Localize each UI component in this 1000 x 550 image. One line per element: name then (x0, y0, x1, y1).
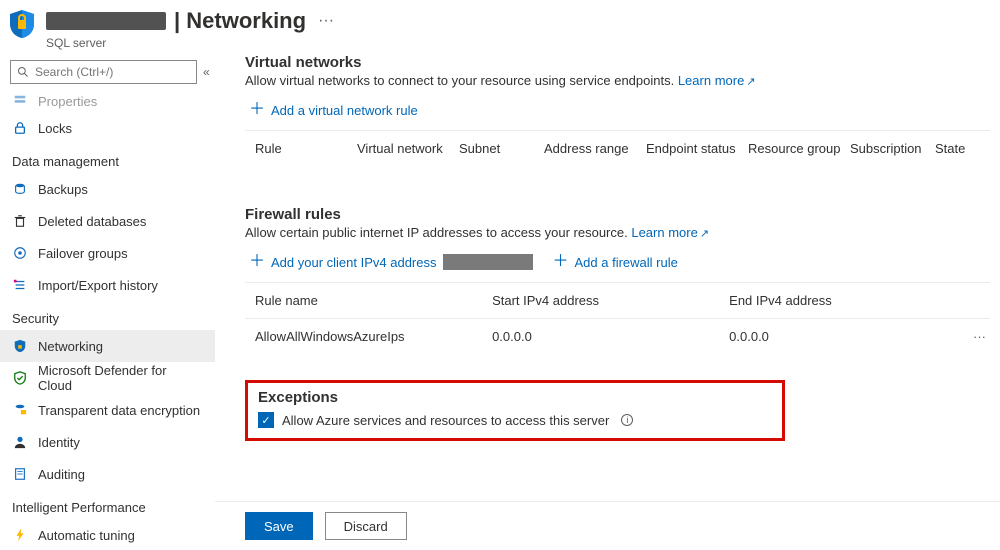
main-panel: Virtual networks Allow virtual networks … (215, 56, 1000, 550)
col-rule: Rule (255, 141, 357, 156)
nav-group-data-management: Data management (0, 144, 215, 173)
vnet-table-header: Rule Virtual network Subnet Address rang… (245, 131, 990, 166)
add-vnet-rule-button[interactable]: ＋Add a virtual network rule (245, 92, 418, 130)
sidebar-item-tde[interactable]: Transparent data encryption (0, 394, 215, 426)
col-sub: Subscription (850, 141, 935, 156)
sidebar-item-deleted-databases[interactable]: Deleted databases (0, 205, 215, 237)
plus-icon: ＋ (249, 254, 265, 270)
sidebar-item-locks[interactable]: Locks (0, 112, 215, 144)
col-end-ip: End IPv4 address (729, 293, 946, 308)
page-title: | Networking (174, 8, 306, 34)
end-ip-cell: 0.0.0.0 (729, 329, 946, 344)
discard-button[interactable]: Discard (325, 512, 407, 540)
save-button[interactable]: Save (245, 512, 313, 540)
footer-actions: Save Discard (215, 501, 1000, 550)
sidebar-item-networking[interactable]: Networking (0, 330, 215, 362)
sidebar-item-auditing[interactable]: Auditing (0, 458, 215, 490)
sidebar-item-identity[interactable]: Identity (0, 426, 215, 458)
vnet-rules-table: Rule Virtual network Subnet Address rang… (245, 130, 990, 166)
sidebar-item-import-export[interactable]: Import/Export history (0, 269, 215, 301)
sidebar-item-defender[interactable]: Microsoft Defender for Cloud (0, 362, 215, 394)
col-range: Address range (544, 141, 646, 156)
col-rg: Resource group (748, 141, 850, 156)
plus-icon: ＋ (553, 254, 569, 270)
col-start-ip: Start IPv4 address (492, 293, 729, 308)
server-name-redacted (46, 12, 166, 30)
plus-icon: ＋ (249, 102, 265, 118)
auditing-icon (12, 466, 28, 482)
allow-azure-services-checkbox[interactable]: ✓ (258, 412, 274, 428)
external-link-icon: ↗ (746, 76, 755, 88)
sidebar-item-failover-groups[interactable]: Failover groups (0, 237, 215, 269)
rule-name-cell: AllowAllWindowsAzureIps (255, 329, 492, 344)
vnet-learn-more-link[interactable]: Learn more↗ (678, 73, 756, 88)
col-subnet: Subnet (459, 141, 544, 156)
fw-learn-more-link[interactable]: Learn more↗ (631, 225, 709, 240)
allow-azure-services-label: Allow Azure services and resources to ac… (282, 413, 609, 428)
encryption-icon (12, 402, 28, 418)
add-firewall-rule-button[interactable]: ＋Add a firewall rule (553, 254, 678, 270)
sidebar-item-automatic-tuning[interactable]: Automatic tuning (0, 519, 215, 550)
sidebar-search[interactable] (10, 60, 197, 84)
exceptions-section-highlighted: Exceptions ✓ Allow Azure services and re… (245, 380, 785, 441)
virtual-networks-desc: Allow virtual networks to connect to you… (245, 73, 990, 88)
resource-type-label: SQL server (46, 36, 334, 50)
sql-server-shield-icon (6, 8, 38, 40)
info-icon[interactable]: i (621, 414, 633, 426)
exceptions-heading: Exceptions (258, 389, 770, 406)
virtual-networks-heading: Virtual networks (245, 56, 990, 71)
firewall-rules-table: Rule name Start IPv4 address End IPv4 ad… (245, 282, 990, 354)
lock-icon (12, 120, 28, 136)
networking-icon (12, 338, 28, 354)
nav-group-intelligent-performance: Intelligent Performance (0, 490, 215, 519)
properties-icon (12, 93, 28, 109)
import-export-icon (12, 277, 28, 293)
bolt-icon (12, 527, 28, 543)
collapse-sidebar-button[interactable]: « (203, 65, 210, 79)
row-more-button[interactable]: ··· (946, 329, 986, 344)
search-icon (17, 66, 29, 78)
page-header: | Networking ··· SQL server (0, 0, 1000, 56)
nav-group-security: Security (0, 301, 215, 330)
sidebar-item-backups[interactable]: Backups (0, 173, 215, 205)
search-input[interactable] (35, 65, 190, 79)
col-vnet: Virtual network (357, 141, 459, 156)
sidebar-item-properties[interactable]: Properties (0, 90, 215, 112)
header-more-button[interactable]: ··· (318, 12, 334, 30)
fw-table-header: Rule name Start IPv4 address End IPv4 ad… (245, 283, 990, 318)
start-ip-cell: 0.0.0.0 (492, 329, 729, 344)
firewall-rules-desc: Allow certain public internet IP address… (245, 225, 990, 240)
external-link-icon: ↗ (700, 228, 709, 240)
sidebar: « Properties Locks Data management Backu… (0, 56, 215, 550)
add-client-ip-button[interactable]: ＋Add your client IPv4 address (249, 254, 533, 270)
defender-icon (12, 370, 28, 386)
identity-icon (12, 434, 28, 450)
col-rule-name: Rule name (255, 293, 492, 308)
firewall-rules-heading: Firewall rules (245, 206, 990, 223)
failover-icon (12, 245, 28, 261)
client-ip-redacted (443, 254, 533, 270)
trash-icon (12, 213, 28, 229)
table-row: AllowAllWindowsAzureIps 0.0.0.0 0.0.0.0 … (245, 318, 990, 354)
col-endpoint: Endpoint status (646, 141, 748, 156)
backup-icon (12, 181, 28, 197)
col-state: State (935, 141, 986, 156)
